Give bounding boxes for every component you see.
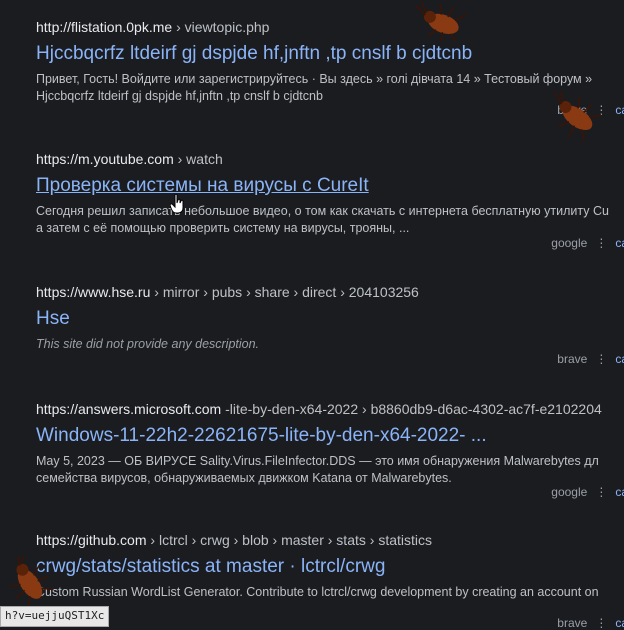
result-meta: google ⋮ ca bbox=[551, 485, 624, 499]
result-title-link[interactable]: Hjccbqcrfz ltdeirf gj dspjde hf,jnftn ,t… bbox=[36, 42, 624, 66]
result-source: brave bbox=[557, 616, 588, 630]
cockroach-icon bbox=[554, 92, 602, 142]
result-meta: brave ⋮ ca bbox=[557, 352, 624, 366]
result-source: brave bbox=[557, 352, 588, 366]
hand-cursor-icon bbox=[170, 194, 184, 214]
result-url-path: › lctrcl › crwg › blob › master › stats … bbox=[150, 532, 432, 548]
result-url-host: http://flistation.0pk.me bbox=[36, 19, 173, 35]
result-url-path: › mirror › pubs › share › direct › 20410… bbox=[154, 284, 419, 300]
result-snippet-line: Custom Russian WordList Generator. Contr… bbox=[36, 585, 599, 599]
cached-link[interactable]: ca bbox=[615, 616, 624, 630]
result-url-host: https://github.com bbox=[36, 532, 147, 548]
result-url[interactable]: https://m.youtube.com › watch bbox=[36, 150, 624, 168]
result-snippet-line: а затем с её помощью проверить систему н… bbox=[36, 221, 410, 235]
cached-link[interactable]: ca bbox=[615, 236, 624, 250]
result-snippet-line: This site did not provide any descriptio… bbox=[36, 337, 260, 351]
cockroach-icon bbox=[9, 556, 54, 610]
result-snippet-line: Сегодня решил записать небольшое видео, … bbox=[36, 204, 609, 218]
status-bar-url: h?v=uejjuQST1Xc bbox=[0, 606, 110, 627]
cockroach-icon bbox=[415, 2, 467, 42]
result-url-host: https://m.youtube.com bbox=[36, 151, 174, 167]
result-snippet-line: Привет, Гость! Войдите или зарегистрируй… bbox=[36, 72, 593, 86]
result-meta: google ⋮ ca bbox=[551, 236, 624, 250]
result-url-path: › viewtopic.php bbox=[176, 19, 270, 35]
result-meta: brave ⋮ ca bbox=[557, 616, 624, 630]
result-source: google bbox=[551, 236, 588, 250]
result-url-host: https://answers.microsoft.com bbox=[36, 401, 222, 417]
more-options-icon[interactable]: ⋮ bbox=[595, 616, 607, 630]
search-result: http://flistation.0pk.me › viewtopic.php… bbox=[36, 18, 624, 105]
result-title-link[interactable]: Hse bbox=[36, 307, 624, 331]
result-snippet-line: May 5, 2023 — ОБ ВИРУСЕ Sality.Virus.Fil… bbox=[36, 454, 599, 468]
result-url-host: https://www.hse.ru bbox=[36, 284, 151, 300]
more-options-icon[interactable]: ⋮ bbox=[595, 236, 607, 250]
result-source: google bbox=[551, 485, 588, 499]
result-url[interactable]: https://answers.microsoft.com -lite-by-d… bbox=[36, 400, 624, 418]
cached-link[interactable]: ca bbox=[615, 103, 624, 117]
cached-link[interactable]: ca bbox=[615, 485, 624, 499]
search-result: https://m.youtube.com › watch Проверка с… bbox=[36, 150, 624, 237]
result-snippet-line: семейства вирусов, обнаруживаемых движко… bbox=[36, 471, 452, 485]
result-title-link[interactable]: crwg/stats/statistics at master · lctrcl… bbox=[36, 555, 624, 579]
result-url-path: -lite-by-den-x64-2022 › b8860db9-d6ac-43… bbox=[225, 401, 602, 417]
result-snippet-line: Hjccbqcrfz ltdeirf gj dspjde hf,jnftn ,t… bbox=[36, 89, 323, 103]
more-options-icon[interactable]: ⋮ bbox=[595, 352, 607, 366]
result-title-link[interactable]: Проверка системы на вирусы с CureIt bbox=[36, 174, 624, 198]
result-url-path: › watch bbox=[177, 151, 223, 167]
search-result: https://answers.microsoft.com -lite-by-d… bbox=[36, 400, 624, 487]
result-url[interactable]: https://www.hse.ru › mirror › pubs › sha… bbox=[36, 283, 624, 301]
result-title-link[interactable]: Windows-11-22h2-22621675-lite-by-den-x64… bbox=[36, 424, 624, 448]
result-url[interactable]: https://github.com › lctrcl › crwg › blo… bbox=[36, 531, 624, 549]
result-url[interactable]: http://flistation.0pk.me › viewtopic.php bbox=[36, 18, 624, 36]
more-options-icon[interactable]: ⋮ bbox=[595, 485, 607, 499]
search-result: https://github.com › lctrcl › crwg › blo… bbox=[36, 531, 624, 601]
cached-link[interactable]: ca bbox=[615, 352, 624, 366]
search-result: https://www.hse.ru › mirror › pubs › sha… bbox=[36, 283, 624, 353]
